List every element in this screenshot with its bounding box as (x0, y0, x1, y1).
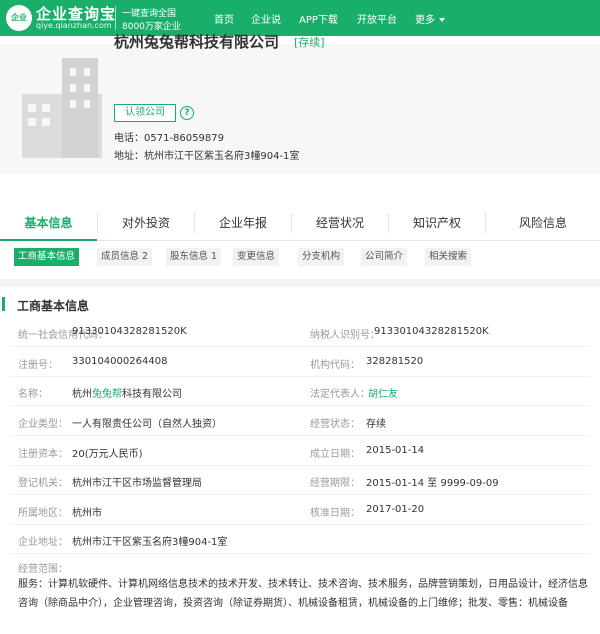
name-part: 科技有限公司 (122, 389, 182, 400)
field-label: 经营期限： (310, 478, 360, 489)
field-label: 名称： (18, 389, 48, 400)
region-value: 杭州市 (72, 508, 102, 519)
registration-authority-value: 杭州市江干区市场监督管理局 (72, 478, 202, 489)
org-code-value: 328281520 (366, 356, 424, 367)
slogan-line-1: 一键查询全国 (122, 9, 177, 19)
tab-basic-info[interactable]: 基本信息 (0, 205, 97, 241)
company-type-value: 一人有限责任公司（自然人独资） (72, 419, 222, 430)
subtab-business-info[interactable]: 工商基本信息 (14, 248, 80, 266)
legal-rep-link[interactable]: 胡仁友 (368, 385, 398, 400)
main-tabs: 基本信息 对外投资 企业年报 经营状况 知识产权 风险信息 (0, 205, 600, 241)
status-badge: [存续] (294, 36, 325, 49)
field-label: 注册号： (18, 360, 58, 371)
help-icon[interactable]: ? (180, 106, 194, 120)
brand-divider (115, 6, 116, 30)
credit-code-value: 91330104328281520K (72, 326, 187, 337)
nav-more-label: 更多 (415, 15, 435, 26)
row-divider (10, 435, 590, 436)
nav-enterprise-talk[interactable]: 企业说 (251, 11, 281, 26)
tab-ip[interactable]: 知识产权 (389, 205, 485, 241)
phone-value: 0571-86059879 (144, 133, 224, 144)
reg-number-value: 330104000264408 (72, 356, 168, 367)
reg-capital-value: 20(万元人民币) (72, 449, 143, 460)
field-label: 机构代码： (310, 360, 360, 371)
subtab-members[interactable]: 成员信息 2 (97, 248, 153, 266)
name-highlight: 兔兔帮 (92, 389, 122, 400)
subtab-related[interactable]: 相关搜索 (425, 248, 472, 266)
chevron-down-icon (439, 18, 445, 22)
address-label: 地址： (114, 151, 144, 162)
subtab-changes[interactable]: 变更信息 (233, 248, 280, 266)
field-label: 所属地区： (18, 508, 68, 519)
field-label: 企业地址： (18, 537, 68, 548)
row-divider (10, 553, 590, 554)
section-title: 工商基本信息 (17, 299, 90, 313)
company-phone: 电话：0571-86059879 (114, 129, 224, 144)
company-name: 杭州兔兔帮科技有限公司 (114, 33, 280, 51)
sub-tabs: 工商基本信息 成员信息 2 股东信息 1 变更信息 分支机构 公司简介 相关搜索 (0, 248, 600, 268)
company-address-value: 杭州市江干区紫玉名府3幢904-1室 (72, 537, 228, 548)
row-divider (10, 346, 590, 347)
subtab-shareholders[interactable]: 股东信息 1 (166, 248, 222, 266)
tab-risk[interactable]: 风险信息 (486, 205, 600, 241)
tab-annual-report[interactable]: 企业年报 (195, 205, 291, 241)
business-term-value: 2015-01-14 至 9999-09-09 (366, 478, 499, 489)
nav-app-download[interactable]: APP下载 (299, 11, 338, 26)
tax-id-value: 91330104328281520K (374, 326, 489, 337)
tab-investments[interactable]: 对外投资 (98, 205, 194, 241)
field-label: 注册资本： (18, 449, 68, 460)
business-scope-text: 服务：计算机软硬件、计算机网络信息技术的技术开发、技术转让、技术咨询、技术服务，… (18, 579, 588, 609)
logo-icon[interactable]: 企业 (6, 5, 32, 31)
subtab-profile[interactable]: 公司简介 (361, 248, 408, 266)
building-icon (22, 58, 102, 158)
operating-status-value: 存续 (366, 419, 386, 430)
approval-date-value: 2017-01-20 (366, 504, 425, 515)
section-accent-bar (2, 297, 5, 311)
brand-url: qiye.qianzhan.com (36, 21, 112, 30)
top-navigation-bar: 企业 企业查询宝 qiye.qianzhan.com 一键查询全国 8000万家… (0, 0, 600, 36)
row-divider (10, 376, 590, 377)
row-divider (10, 465, 590, 466)
row-divider (10, 524, 590, 525)
field-label: 登记机关： (18, 478, 68, 489)
row-divider (10, 494, 590, 495)
subtab-branches[interactable]: 分支机构 (298, 248, 345, 266)
address-value: 杭州市江干区紫玉名府3幢904-1室 (144, 151, 300, 162)
nav-home[interactable]: 首页 (214, 11, 234, 26)
company-address: 地址：杭州市江干区紫玉名府3幢904-1室 (114, 147, 299, 162)
field-label: 企业类型： (18, 419, 68, 430)
field-label: 法定代表人： (310, 389, 370, 400)
field-label: 核准日期： (310, 508, 360, 519)
row-divider (10, 405, 590, 406)
name-part: 杭州 (72, 389, 92, 400)
tab-operations[interactable]: 经营状况 (292, 205, 388, 241)
field-label: 纳税人识别号： (310, 330, 380, 341)
nav-more[interactable]: 更多 (415, 11, 445, 26)
phone-label: 电话： (114, 133, 144, 144)
field-label: 成立日期： (310, 449, 360, 460)
claim-company-button[interactable]: 认领公司 (114, 104, 176, 122)
company-name-value: 杭州兔兔帮科技有限公司 (72, 385, 182, 400)
scope-label: 经营范围： (18, 564, 68, 575)
nav-open-platform[interactable]: 开放平台 (357, 11, 397, 26)
founded-date-value: 2015-01-14 (366, 445, 425, 456)
section-divider (0, 279, 600, 287)
field-label: 经营状态： (310, 419, 360, 430)
